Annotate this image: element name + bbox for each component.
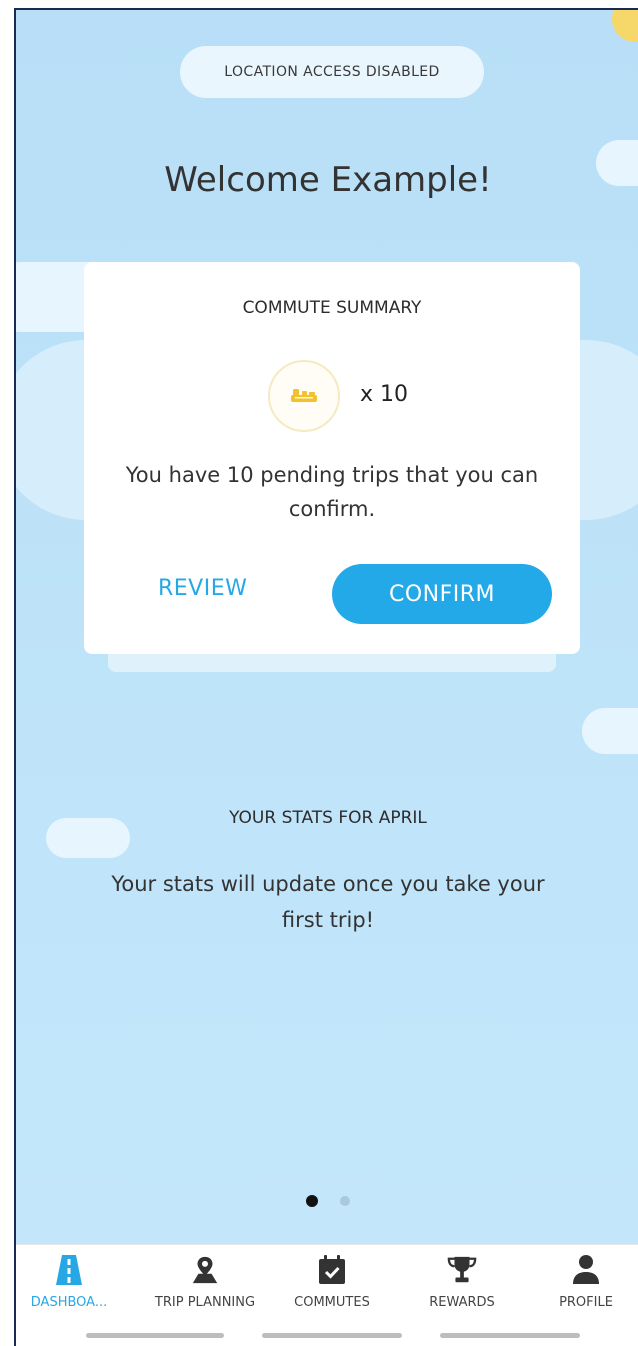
tab-rewards[interactable]: REWARDS	[412, 1253, 512, 1323]
pending-trip-count: x 10	[360, 382, 409, 407]
road-icon	[54, 1253, 84, 1287]
calendar-check-icon	[317, 1253, 347, 1287]
review-button[interactable]: REVIEW	[158, 576, 247, 601]
location-access-banner[interactable]: LOCATION ACCESS DISABLED	[180, 46, 484, 98]
welcome-title: Welcome Example!	[164, 160, 492, 200]
tab-label: TRIP PLANNING	[154, 1295, 256, 1310]
page-dot-active[interactable]	[306, 1195, 318, 1207]
phone-frame: LOCATION ACCESS DISABLED Welcome Example…	[0, 0, 638, 1346]
home-indicator	[86, 1333, 224, 1338]
trip-badge	[268, 360, 340, 432]
tab-profile[interactable]: PROFILE	[540, 1253, 632, 1323]
person-icon	[571, 1253, 601, 1287]
bottom-tab-bar: DASHBOA... TRIP PLANNING COMMUTES REWARD…	[16, 1244, 638, 1346]
home-indicator	[262, 1333, 402, 1338]
confirm-button[interactable]: CONFIRM	[332, 564, 552, 624]
pending-trips-message: You have 10 pending trips that you can c…	[125, 463, 539, 521]
trophy-icon	[447, 1253, 477, 1287]
cloud-decoration	[582, 708, 638, 754]
tab-label: REWARDS	[429, 1295, 495, 1310]
tab-trip-planning[interactable]: TRIP PLANNING	[140, 1253, 270, 1323]
tab-commutes[interactable]: COMMUTES	[282, 1253, 382, 1323]
commute-summary-title: COMMUTE SUMMARY	[242, 298, 422, 318]
tab-label: PROFILE	[559, 1295, 613, 1310]
stats-title: YOUR STATS FOR APRIL	[229, 808, 427, 828]
stats-message: Your stats will update once you take you…	[111, 872, 545, 932]
map-pin-icon	[190, 1253, 220, 1287]
tab-label: COMMUTES	[294, 1295, 370, 1310]
location-access-text: LOCATION ACCESS DISABLED	[224, 64, 440, 80]
commute-summary-card: COMMUTE SUMMARY x 10 You have 10 pending…	[84, 262, 580, 654]
home-indicator	[440, 1333, 580, 1338]
tab-dashboard[interactable]: DASHBOA...	[24, 1253, 114, 1323]
tab-label: DASHBOA...	[30, 1295, 108, 1310]
car-seat-icon	[291, 389, 317, 402]
page-dot-inactive[interactable]	[340, 1196, 350, 1206]
dashboard-screen: LOCATION ACCESS DISABLED Welcome Example…	[14, 8, 638, 1346]
sun-decoration	[612, 10, 638, 42]
page-indicator	[306, 1195, 350, 1207]
